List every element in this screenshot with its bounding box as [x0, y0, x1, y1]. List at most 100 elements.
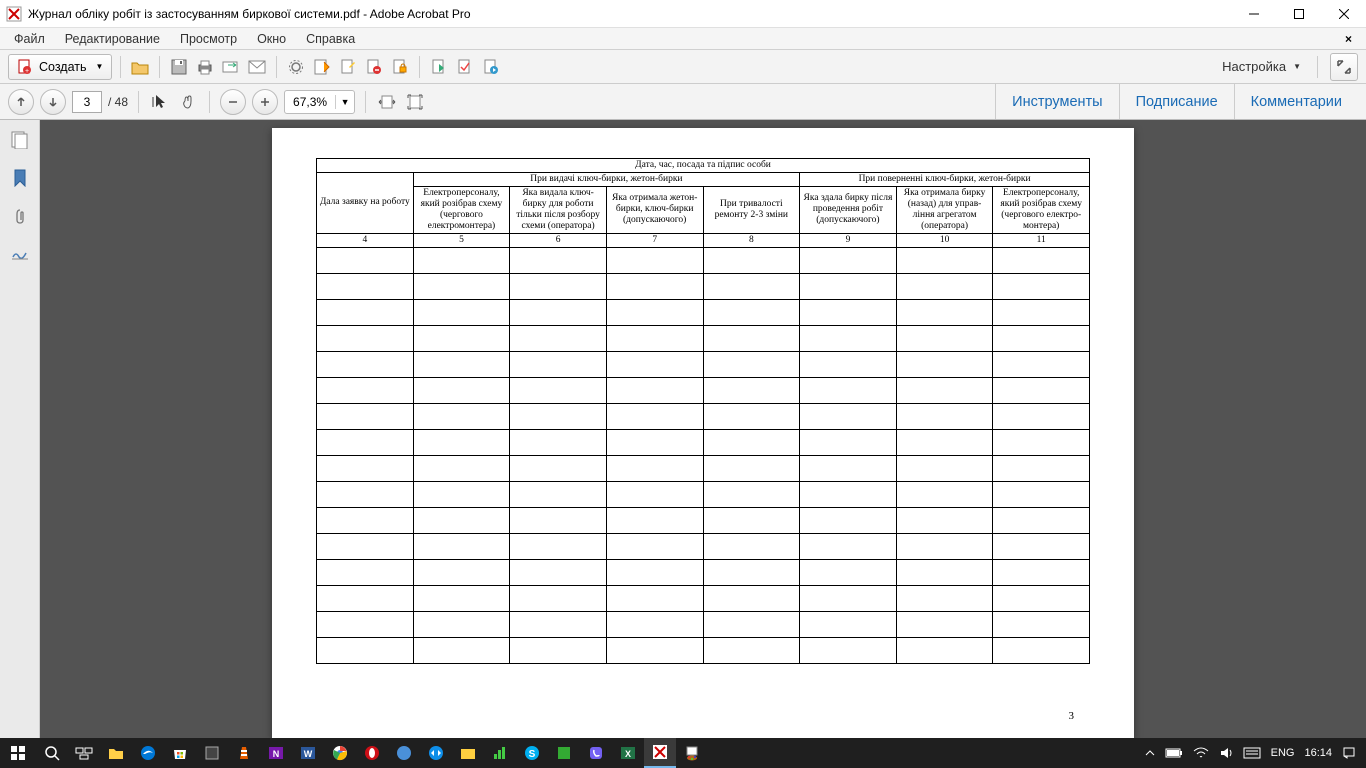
email-icon[interactable]: [246, 56, 268, 78]
form-icon[interactable]: [454, 56, 476, 78]
zoom-in-button[interactable]: [252, 89, 278, 115]
menubar: Файл Редактирование Просмотр Окно Справк…: [0, 28, 1366, 50]
customize-button[interactable]: Настройка ▼: [1218, 57, 1305, 76]
volume-icon[interactable]: [1219, 746, 1233, 760]
col-11-header: Електроперсоналу, який розібрав схему (ч…: [993, 187, 1090, 234]
gear-icon[interactable]: [285, 56, 307, 78]
app-icon-green[interactable]: [548, 738, 580, 768]
word-icon[interactable]: W: [292, 738, 324, 768]
svg-text:N: N: [273, 749, 280, 759]
open-icon[interactable]: [129, 56, 151, 78]
acrobat-icon: [6, 6, 22, 22]
minimize-button[interactable]: [1231, 0, 1276, 27]
page-number-footer: 3: [1069, 710, 1075, 722]
notifications-icon[interactable]: [1342, 746, 1356, 760]
col-6-header: Яка видала ключ-бирку для роботи тільки …: [510, 187, 607, 234]
page-number-input[interactable]: [72, 91, 102, 113]
col-num: 7: [606, 233, 703, 247]
col-9-header: Яка здала бирку після проведення робіт (…: [800, 187, 897, 234]
group2-header: При поверненні ключ-бирки, жетон-бирки: [800, 173, 1090, 187]
opera-icon[interactable]: [356, 738, 388, 768]
vlc-icon[interactable]: [228, 738, 260, 768]
col-10-header: Яка отримала бирку (назад) для управ-лін…: [896, 187, 993, 234]
prev-page-button[interactable]: [8, 89, 34, 115]
search-icon[interactable]: [36, 738, 68, 768]
tab-sign[interactable]: Подписание: [1119, 84, 1234, 119]
page-total: / 48: [108, 95, 128, 109]
signatures-icon[interactable]: [10, 244, 30, 264]
edge-icon[interactable]: [132, 738, 164, 768]
fit-page-icon[interactable]: [404, 91, 426, 113]
tray-chevron-icon[interactable]: [1145, 748, 1155, 758]
menu-file[interactable]: Файл: [4, 30, 55, 48]
remove-page-icon[interactable]: [363, 56, 385, 78]
start-button[interactable]: [0, 738, 36, 768]
battery-icon[interactable]: [1165, 748, 1183, 758]
chevron-down-icon: ▼: [96, 62, 104, 71]
fit-width-icon[interactable]: [376, 91, 398, 113]
workspace: Дата, час, посада та підпис особи Дала з…: [0, 120, 1366, 738]
viber-icon[interactable]: [580, 738, 612, 768]
document-table: Дата, час, посада та підпис особи Дала з…: [316, 158, 1090, 664]
save-icon[interactable]: [168, 56, 190, 78]
titlebar: Журнал обліку робіт із застосуванням бир…: [0, 0, 1366, 28]
svg-text:S: S: [529, 749, 536, 760]
print-icon[interactable]: [194, 56, 216, 78]
bookmark-icon[interactable]: [10, 168, 30, 188]
tab-comments[interactable]: Комментарии: [1234, 84, 1358, 119]
onenote-icon[interactable]: N: [260, 738, 292, 768]
skype-icon[interactable]: S: [516, 738, 548, 768]
acrobat-task-icon[interactable]: [644, 738, 676, 768]
teamviewer-icon[interactable]: [420, 738, 452, 768]
hand-tool-icon[interactable]: [177, 91, 199, 113]
zoom-out-button[interactable]: [220, 89, 246, 115]
paint-icon[interactable]: [676, 738, 708, 768]
explorer-icon[interactable]: [100, 738, 132, 768]
col-num: 4: [317, 233, 414, 247]
menu-help[interactable]: Справка: [296, 30, 365, 48]
zoom-selector[interactable]: 67,3% ▼: [284, 90, 355, 114]
next-page-button[interactable]: [40, 89, 66, 115]
svg-text:W: W: [304, 749, 313, 759]
window-controls: [1231, 0, 1366, 27]
menu-close-doc[interactable]: ×: [1335, 32, 1362, 46]
col-num: 10: [896, 233, 993, 247]
menu-window[interactable]: Окно: [247, 30, 296, 48]
taskbar: N W S X ENG 16:14: [0, 738, 1366, 768]
excel-icon[interactable]: X: [612, 738, 644, 768]
edit-text-icon[interactable]: [311, 56, 333, 78]
attachment-icon[interactable]: [10, 206, 30, 226]
document-viewport[interactable]: Дата, час, посада та підпис особи Дала з…: [40, 120, 1366, 738]
menu-view[interactable]: Просмотр: [170, 30, 247, 48]
tab-tools[interactable]: Инструменты: [995, 84, 1118, 119]
col-num: 9: [800, 233, 897, 247]
zoom-value: 67,3%: [285, 95, 336, 109]
create-pdf-icon: +: [17, 59, 33, 75]
chrome-icon[interactable]: [324, 738, 356, 768]
col-4-header: Дала заявку на роботу: [317, 173, 414, 234]
chart-icon[interactable]: [484, 738, 516, 768]
keyboard-icon[interactable]: [1243, 747, 1261, 759]
create-label: Создать: [39, 60, 87, 74]
menu-edit[interactable]: Редактирование: [55, 30, 170, 48]
maximize-button[interactable]: [1276, 0, 1321, 27]
close-button[interactable]: [1321, 0, 1366, 27]
app-icon-blue[interactable]: [388, 738, 420, 768]
app-icon-folder[interactable]: [452, 738, 484, 768]
thumbnails-icon[interactable]: [10, 130, 30, 150]
reading-mode-button[interactable]: [1330, 53, 1358, 81]
share-icon[interactable]: [220, 56, 242, 78]
col-8-header: При тривалості ремонту 2-3 зміни: [703, 187, 800, 234]
app-icon[interactable]: [196, 738, 228, 768]
create-button[interactable]: + Создать ▼: [8, 54, 112, 80]
wifi-icon[interactable]: [1193, 747, 1209, 759]
page-edit-icon[interactable]: [337, 56, 359, 78]
task-view-icon[interactable]: [68, 738, 100, 768]
store-icon[interactable]: [164, 738, 196, 768]
multimedia-icon[interactable]: [480, 56, 502, 78]
select-tool-icon[interactable]: [149, 91, 171, 113]
language-indicator[interactable]: ENG: [1271, 747, 1295, 759]
export-icon[interactable]: [428, 56, 450, 78]
protect-icon[interactable]: [389, 56, 411, 78]
clock[interactable]: 16:14: [1304, 747, 1332, 759]
